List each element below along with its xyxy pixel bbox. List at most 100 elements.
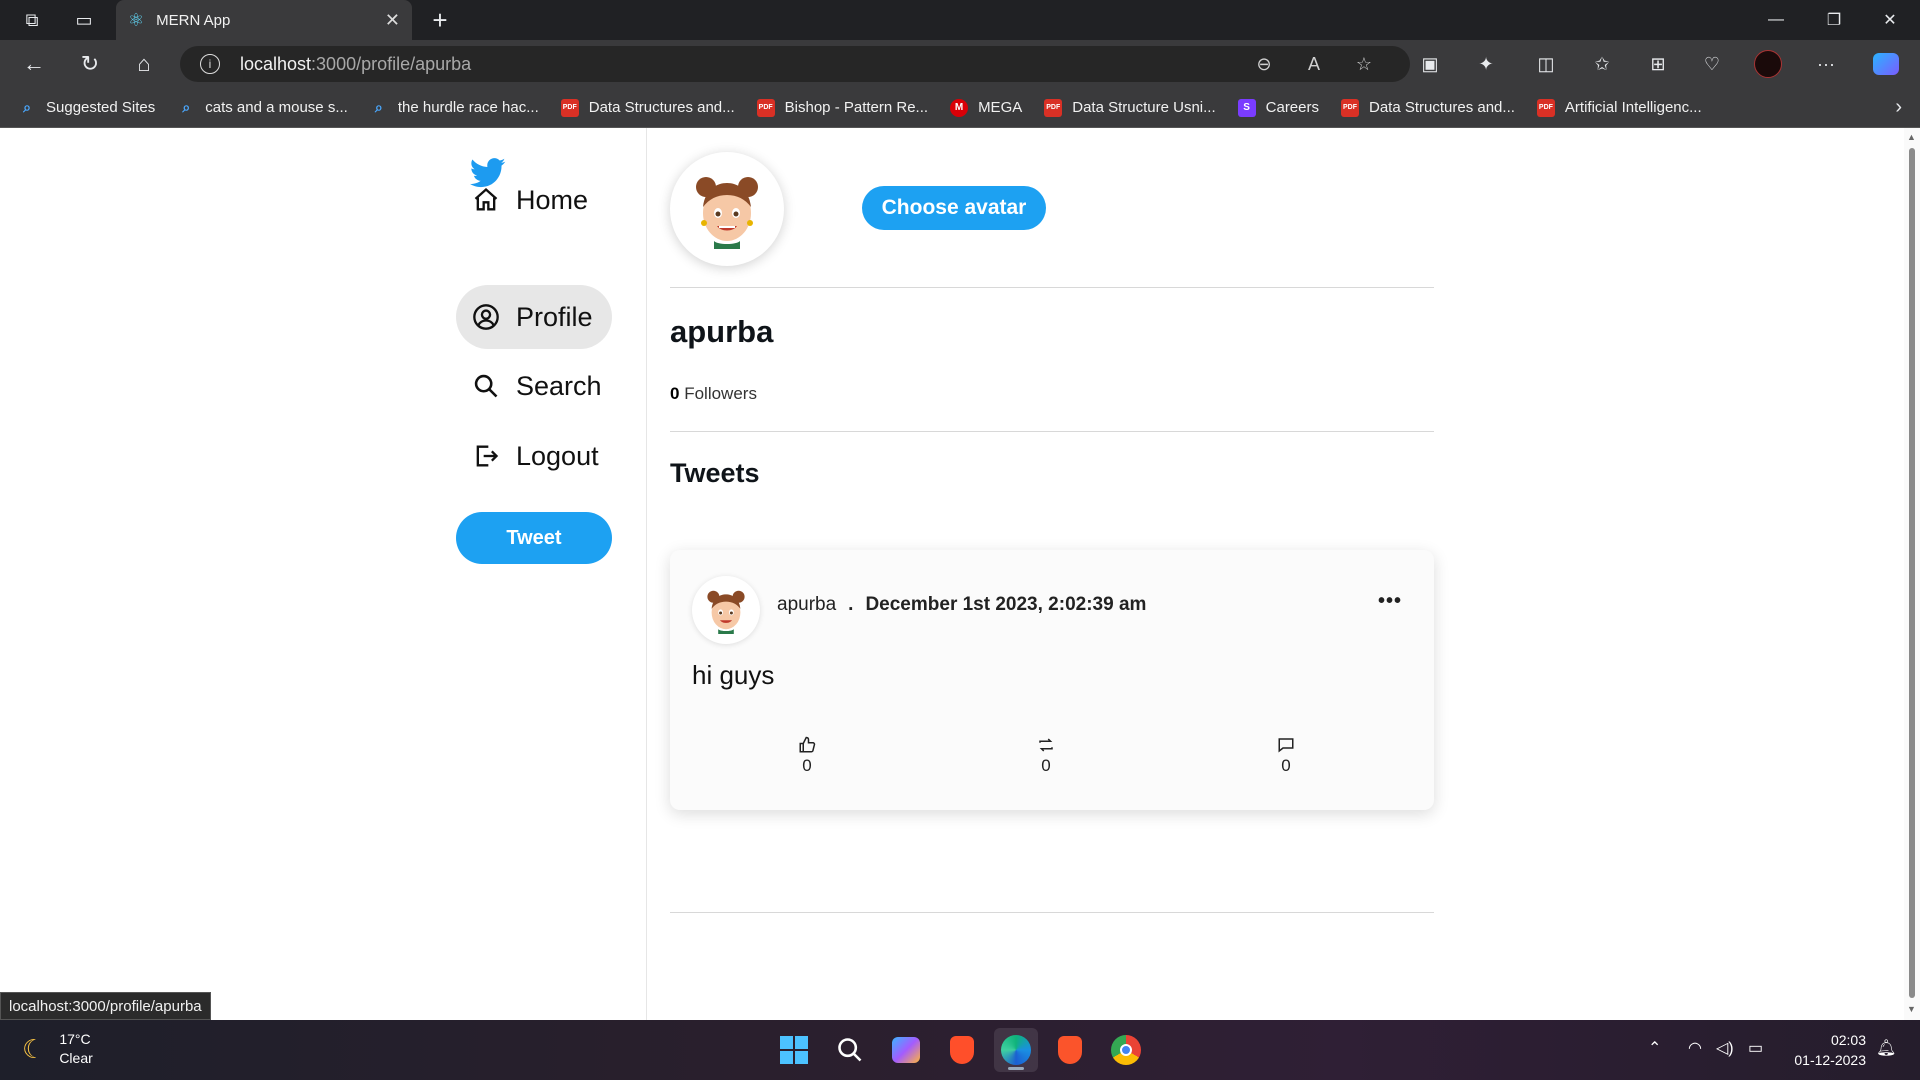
tab-actions-icon[interactable]: ▭	[64, 0, 104, 40]
profile-username: apurba	[670, 314, 774, 349]
sidebar-item-label: Profile	[516, 301, 593, 332]
temperature: 17°C	[59, 1031, 91, 1047]
url-path: :3000/profile/apurba	[311, 53, 472, 74]
edge-browser-icon[interactable]	[994, 1028, 1038, 1072]
chrome-browser-icon[interactable]	[1104, 1028, 1148, 1072]
comment-count: 0	[1281, 756, 1291, 775]
wifi-icon[interactable]: ◠	[1688, 1038, 1702, 1058]
bookmark-item[interactable]: ⌕ cats and a mouse s...	[177, 99, 348, 117]
minimize-icon[interactable]: —	[1748, 0, 1804, 40]
bookmark-item[interactable]: PDF Data Structures and...	[560, 98, 735, 117]
weather-widget[interactable]: ☾ 17°C Clear	[22, 1030, 93, 1068]
scroll-up-icon[interactable]: ▲	[1907, 132, 1916, 142]
s-icon: S	[1237, 98, 1256, 117]
profile-icon	[473, 304, 499, 330]
start-icon[interactable]	[772, 1028, 816, 1072]
health-icon[interactable]: ♡	[1694, 46, 1730, 82]
bookmark-item[interactable]: PDF Data Structures and...	[1341, 98, 1515, 117]
extensions-icon[interactable]: ✦	[1468, 46, 1504, 82]
moon-icon: ☾	[22, 1033, 46, 1064]
back-icon[interactable]: ←	[16, 46, 52, 82]
followers-number: 0	[670, 384, 680, 403]
tweet-button[interactable]: Tweet	[456, 512, 612, 564]
page-scrollbar[interactable]: ▲ ▼	[1904, 128, 1920, 1020]
sidebar-item-logout[interactable]: Logout	[456, 424, 612, 488]
bookmark-item[interactable]: S Careers	[1237, 98, 1319, 117]
tweet-separator: .	[848, 594, 854, 615]
address-bar[interactable]: i localhost:3000/profile/apurba ⊖ A ☆	[180, 46, 1410, 82]
bookmark-item[interactable]: ⌕ Suggested Sites	[18, 99, 155, 117]
comment-button[interactable]: 0	[1266, 736, 1306, 776]
volume-icon[interactable]: ◁)	[1716, 1038, 1734, 1058]
bookmark-item[interactable]: M MEGA	[950, 98, 1022, 117]
battery-icon[interactable]: ▭	[1748, 1038, 1763, 1058]
like-button[interactable]: 0	[787, 736, 827, 776]
brave-browser-icon[interactable]	[940, 1028, 984, 1072]
avatar[interactable]	[692, 576, 760, 644]
read-aloud-icon[interactable]: A	[1296, 46, 1332, 82]
zoom-icon[interactable]: ⊖	[1246, 46, 1282, 82]
close-tab-icon[interactable]: ✕	[385, 10, 400, 31]
avatar	[670, 152, 784, 266]
tweet-text: hi guys	[692, 660, 775, 690]
site-info-icon[interactable]: i	[200, 54, 220, 74]
refresh-icon[interactable]: ↻	[72, 46, 108, 82]
immersive-reader-icon[interactable]: ▣	[1412, 46, 1448, 82]
sidebar-item-home[interactable]: Home	[456, 168, 612, 232]
search-icon	[474, 374, 498, 398]
search-taskbar-icon[interactable]	[828, 1028, 872, 1072]
tweet-date: December 1st 2023, 2:02:39 am	[865, 594, 1147, 615]
sidebar-item-profile[interactable]: Profile	[456, 285, 612, 349]
collections-icon[interactable]: ⊞	[1640, 46, 1676, 82]
chevron-up-icon[interactable]: ⌃	[1648, 1038, 1661, 1058]
scrollbar-thumb[interactable]	[1909, 148, 1915, 998]
browser-titlebar: ⧉ ▭ ⚛ MERN App ✕ + — ❐ ✕	[0, 0, 1920, 40]
notification-bell-icon[interactable]: 🔔︎	[1876, 1038, 1896, 1058]
retweet-count: 0	[1041, 756, 1051, 775]
retweet-icon	[1039, 738, 1053, 752]
memoji-avatar-icon	[707, 590, 745, 634]
followers-count[interactable]: 0 Followers	[670, 384, 757, 404]
sidebar-item-search[interactable]: Search	[456, 354, 612, 418]
sidebar-item-label: Logout	[516, 440, 599, 471]
restore-icon[interactable]: ❐	[1806, 0, 1862, 40]
bookmark-item[interactable]: PDF Artificial Intelligenc...	[1536, 98, 1702, 117]
home-browser-icon[interactable]: ⌂	[126, 46, 162, 82]
more-options-icon[interactable]: •••	[1378, 590, 1402, 613]
sidebar-item-label: Search	[516, 370, 602, 401]
favorite-star-icon[interactable]: ☆	[1346, 46, 1382, 82]
memoji-avatar-icon	[696, 177, 758, 249]
favorites-icon[interactable]: ✩	[1584, 46, 1620, 82]
profile-avatar-icon[interactable]	[1750, 46, 1786, 82]
chevron-right-icon[interactable]: ›	[1895, 96, 1902, 119]
scroll-down-icon[interactable]: ▼	[1907, 1004, 1916, 1014]
brave-nightly-icon[interactable]	[1048, 1028, 1092, 1072]
tweet-author[interactable]: apurba	[777, 594, 836, 616]
bookmark-item[interactable]: PDF Data Structure Usni...	[1044, 98, 1216, 117]
sidebar: Home Profile Search Logout Tweet	[0, 128, 647, 1020]
clock-time: 02:03	[1830, 1032, 1866, 1048]
search-icon: ⌕	[23, 99, 31, 115]
workspaces-icon[interactable]: ⧉	[12, 0, 52, 40]
close-window-icon[interactable]: ✕	[1862, 0, 1918, 40]
pdf-icon: PDF	[560, 98, 579, 117]
retweet-button[interactable]: 0	[1026, 736, 1066, 776]
system-clock[interactable]: 02:03 01-12-2023	[1794, 1030, 1866, 1070]
pdf-icon: PDF	[1341, 98, 1359, 117]
browser-tab[interactable]: ⚛ MERN App ✕	[116, 0, 412, 40]
new-tab-icon[interactable]: +	[420, 0, 460, 40]
like-count: 0	[802, 756, 812, 775]
copilot-icon[interactable]	[1868, 46, 1904, 82]
tweets-heading: Tweets	[670, 458, 760, 488]
bookmark-item[interactable]: ⌕ the hurdle race hac...	[370, 99, 539, 117]
bookmark-item[interactable]: PDF Bishop - Pattern Re...	[756, 98, 928, 117]
settings-more-icon[interactable]: ···	[1808, 46, 1844, 82]
choose-avatar-button[interactable]: Choose avatar	[862, 186, 1046, 230]
copilot-pre-icon[interactable]	[884, 1028, 928, 1072]
weather-condition: Clear	[59, 1050, 93, 1066]
browser-toolbar: ← ↻ ⌂ i localhost:3000/profile/apurba ⊖ …	[0, 40, 1920, 88]
search-icon: ⌕	[182, 99, 191, 115]
url-host: localhost	[240, 53, 312, 74]
split-screen-icon[interactable]: ◫	[1528, 46, 1564, 82]
divider	[670, 912, 1434, 913]
